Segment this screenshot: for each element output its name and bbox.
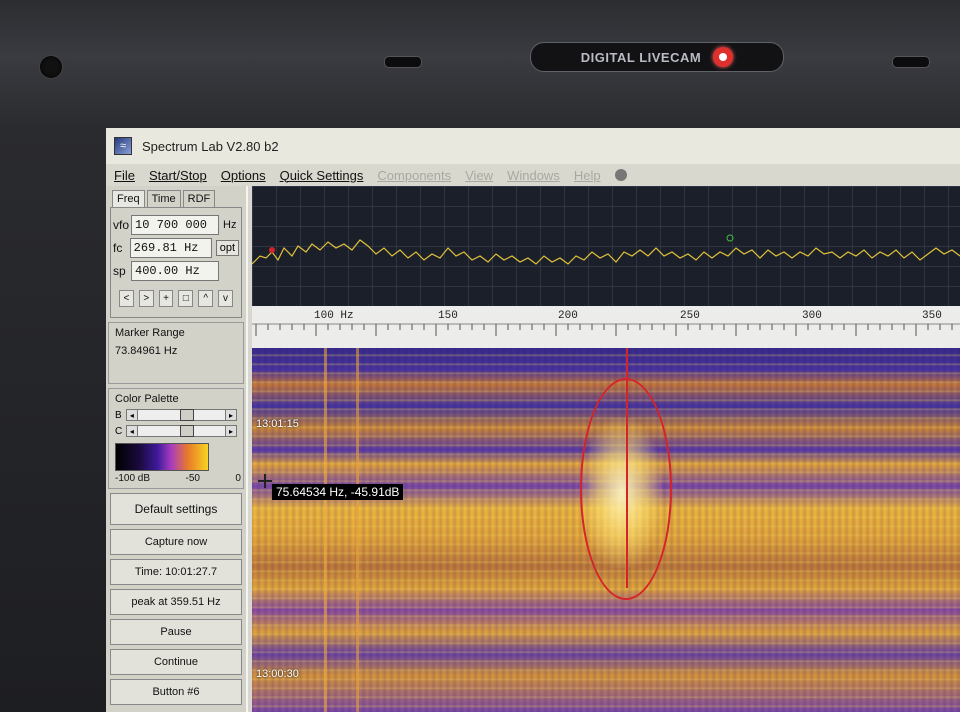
- spectrum-plot-svg: [251, 186, 960, 306]
- fc-label: fc: [113, 241, 123, 255]
- bezel-latch-left: [384, 56, 422, 68]
- brightness-slider-thumb[interactable]: [179, 409, 194, 421]
- slider-right-arrow-icon[interactable]: ▸: [225, 426, 236, 436]
- sp-label: sp: [113, 264, 126, 278]
- webcam-strip: DIGITAL LIVECAM: [530, 42, 784, 72]
- slider-left-arrow-icon[interactable]: ◂: [126, 426, 138, 436]
- vfo-field[interactable]: 10 700 000: [131, 215, 219, 235]
- tab-rdf[interactable]: RDF: [182, 190, 216, 207]
- palette-tick-mid: -50: [185, 473, 200, 484]
- color-palette-bar[interactable]: [115, 443, 209, 471]
- vfo-label: vfo: [113, 218, 130, 232]
- sp-field[interactable]: 400.00 Hz: [131, 261, 219, 281]
- slider-left-arrow-icon[interactable]: ◂: [126, 410, 138, 420]
- nav-plus-button[interactable]: +: [158, 290, 174, 307]
- freq-settings: vfo 10 700 000 Hz fc 269.81 Hz opt sp 40…: [110, 207, 242, 318]
- default-settings-button[interactable]: Default settings: [110, 493, 242, 525]
- window-title: Spectrum Lab V2.80 b2: [142, 138, 279, 154]
- nav-left-button[interactable]: <: [119, 290, 134, 307]
- contrast-label: C: [115, 425, 123, 437]
- menu-components[interactable]: Components: [377, 168, 451, 183]
- crosshair-cursor-icon: [258, 474, 272, 488]
- menu-bar: File Start/Stop Options Quick Settings C…: [106, 164, 960, 186]
- marker-readout: 75.64534 Hz, -45.91dB: [272, 484, 404, 500]
- spectrum-plot[interactable]: [251, 186, 960, 306]
- vfo-unit: Hz: [223, 219, 237, 231]
- palette-tick-max: 0: [235, 473, 241, 484]
- marker-range-title: Marker Range: [115, 327, 185, 339]
- time-label: 13:01:15: [256, 418, 299, 430]
- continue-button[interactable]: Continue: [110, 649, 242, 675]
- menu-start-stop[interactable]: Start/Stop: [149, 168, 207, 183]
- contrast-slider[interactable]: ◂ ▸: [125, 425, 237, 437]
- nav-down-button[interactable]: v: [218, 290, 233, 307]
- waterfall-stripe: [356, 348, 359, 712]
- pause-button[interactable]: Pause: [110, 619, 242, 645]
- tab-bar: Freq Time RDF: [106, 186, 246, 207]
- nav-buttons: < > + □ ^ v: [113, 284, 239, 313]
- menu-help[interactable]: Help: [574, 168, 601, 183]
- tab-time[interactable]: Time: [146, 190, 181, 207]
- waterfall-display[interactable]: 13:01:15 13:00:30 75.64534 Hz, -45.91dB: [252, 348, 960, 712]
- bezel-screw-hole: [40, 56, 62, 78]
- time-label: 13:00:30: [256, 668, 299, 680]
- button-6[interactable]: Button #6: [110, 679, 242, 705]
- marker-line[interactable]: [626, 348, 628, 588]
- color-palette-title: Color Palette: [115, 393, 179, 405]
- menu-quick-settings[interactable]: Quick Settings: [280, 168, 364, 183]
- control-panel: Freq Time RDF vfo 10 700 000 Hz fc 269.8…: [106, 186, 248, 712]
- axis-tick-label: 350: [922, 310, 942, 322]
- menu-options[interactable]: Options: [221, 168, 266, 183]
- peak-display-button[interactable]: peak at 359.51 Hz: [110, 589, 242, 615]
- axis-tick-label: 100 Hz: [314, 310, 354, 322]
- axis-tick-label: 200: [558, 310, 578, 322]
- nav-right-button[interactable]: >: [138, 290, 154, 307]
- axis-tick-label: 300: [802, 310, 822, 322]
- menu-windows[interactable]: Windows: [507, 168, 560, 183]
- axis-tick-label: 250: [680, 310, 700, 322]
- fc-opt-button[interactable]: opt: [215, 240, 239, 256]
- marker-range-value: 73.84961 Hz: [115, 345, 178, 357]
- color-palette-section: Color Palette B ◂ ▸ C ◂ ▸ -100 dB -50 0: [108, 388, 244, 489]
- frequency-axis-svg: 100 Hz 150 200 250 300 350: [252, 310, 960, 336]
- marker-dot-icon: [269, 247, 275, 253]
- plot-grid: [252, 186, 960, 306]
- slider-right-arrow-icon[interactable]: ▸: [225, 410, 236, 420]
- status-dot-icon: [614, 169, 627, 181]
- brightness-label: B: [115, 409, 122, 421]
- contrast-slider-thumb[interactable]: [179, 425, 194, 437]
- screen: ≈ Spectrum Lab V2.80 b2 File Start/Stop …: [106, 128, 960, 712]
- frequency-axis: 100 Hz 150 200 250 300 350: [252, 306, 960, 348]
- webcam-lens-icon: [713, 47, 734, 67]
- bezel-latch-right: [892, 56, 930, 68]
- marker-range-section: Marker Range 73.84961 Hz: [108, 322, 244, 384]
- fc-field[interactable]: 269.81 Hz: [129, 238, 212, 258]
- webcam-label: DIGITAL LIVECAM: [580, 49, 702, 65]
- palette-ticks: -100 dB -50 0: [115, 473, 241, 484]
- menu-file[interactable]: File: [114, 168, 135, 183]
- waterfall-stripe: [324, 348, 327, 712]
- capture-now-button[interactable]: Capture now: [110, 529, 242, 555]
- tab-freq[interactable]: Freq: [112, 190, 145, 207]
- nav-center-button[interactable]: □: [178, 290, 194, 307]
- window-titlebar: ≈ Spectrum Lab V2.80 b2: [106, 128, 960, 164]
- palette-tick-min: -100 dB: [115, 473, 151, 484]
- app-icon: ≈: [114, 137, 132, 155]
- time-display-button[interactable]: Time: 10:01:27.7: [110, 559, 242, 585]
- brightness-slider[interactable]: ◂ ▸: [125, 409, 237, 421]
- axis-tick-label: 150: [438, 310, 458, 322]
- nav-up-button[interactable]: ^: [198, 290, 214, 307]
- menu-view[interactable]: View: [465, 168, 493, 183]
